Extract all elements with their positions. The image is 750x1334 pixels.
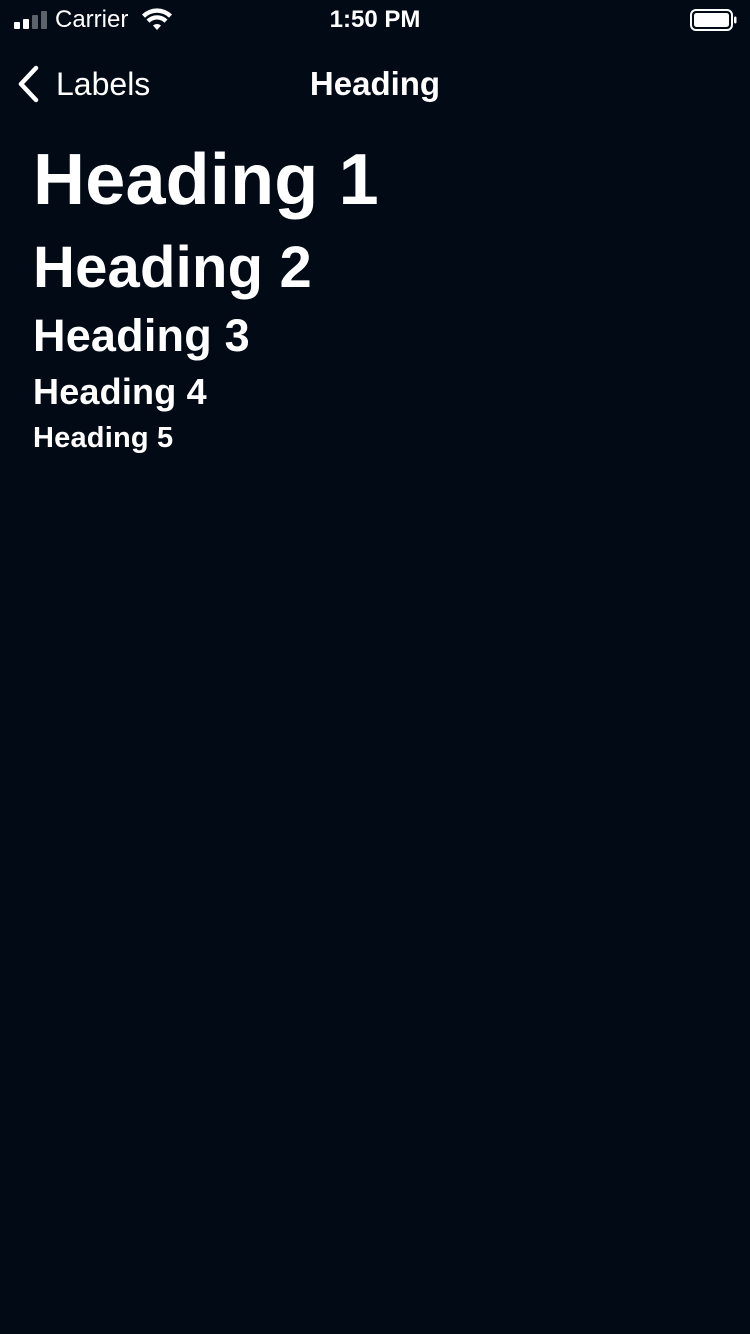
navigation-bar: Labels Heading bbox=[0, 40, 750, 128]
battery-icon bbox=[690, 9, 737, 31]
heading-samples: Heading 1 Heading 2 Heading 3 Heading 4 … bbox=[33, 138, 717, 458]
status-bar: Carrier 1:50 PM bbox=[0, 0, 750, 40]
heading-3-sample: Heading 3 bbox=[33, 310, 250, 361]
heading-5-sample: Heading 5 bbox=[33, 422, 174, 454]
heading-4-sample: Heading 4 bbox=[33, 371, 207, 412]
heading-2-sample: Heading 2 bbox=[33, 235, 312, 300]
page-title: Heading bbox=[309, 65, 441, 102]
status-time: 1:50 PM bbox=[329, 6, 421, 33]
heading-1-sample: Heading 1 bbox=[33, 140, 379, 220]
